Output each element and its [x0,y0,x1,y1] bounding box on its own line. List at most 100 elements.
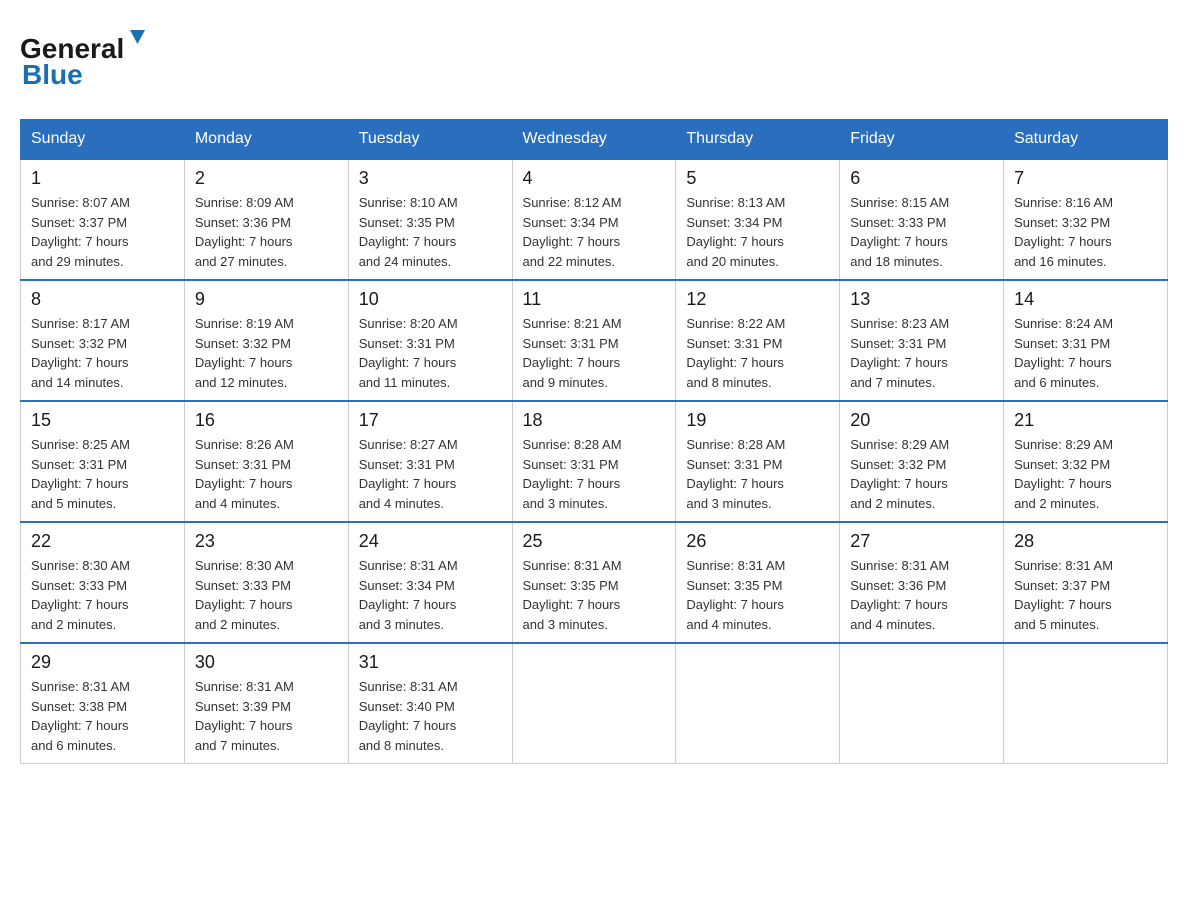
day-info: Sunrise: 8:31 AM Sunset: 3:40 PM Dayligh… [359,677,502,755]
day-info: Sunrise: 8:31 AM Sunset: 3:38 PM Dayligh… [31,677,174,755]
weekday-thursday: Thursday [676,120,840,160]
day-info: Sunrise: 8:10 AM Sunset: 3:35 PM Dayligh… [359,193,502,271]
day-number: 18 [523,410,666,431]
weekday-friday: Friday [840,120,1004,160]
day-number: 25 [523,531,666,552]
day-info: Sunrise: 8:17 AM Sunset: 3:32 PM Dayligh… [31,314,174,392]
day-info: Sunrise: 8:09 AM Sunset: 3:36 PM Dayligh… [195,193,338,271]
day-number: 28 [1014,531,1157,552]
calendar-cell: 29 Sunrise: 8:31 AM Sunset: 3:38 PM Dayl… [21,643,185,764]
week-row-3: 15 Sunrise: 8:25 AM Sunset: 3:31 PM Dayl… [21,401,1168,522]
day-info: Sunrise: 8:31 AM Sunset: 3:36 PM Dayligh… [850,556,993,634]
day-number: 19 [686,410,829,431]
weekday-monday: Monday [184,120,348,160]
calendar-cell: 17 Sunrise: 8:27 AM Sunset: 3:31 PM Dayl… [348,401,512,522]
week-row-1: 1 Sunrise: 8:07 AM Sunset: 3:37 PM Dayli… [21,159,1168,280]
day-number: 11 [523,289,666,310]
day-number: 10 [359,289,502,310]
calendar-cell: 13 Sunrise: 8:23 AM Sunset: 3:31 PM Dayl… [840,280,1004,401]
calendar-cell: 6 Sunrise: 8:15 AM Sunset: 3:33 PM Dayli… [840,159,1004,280]
day-info: Sunrise: 8:31 AM Sunset: 3:34 PM Dayligh… [359,556,502,634]
day-info: Sunrise: 8:07 AM Sunset: 3:37 PM Dayligh… [31,193,174,271]
day-number: 4 [523,168,666,189]
day-number: 6 [850,168,993,189]
day-info: Sunrise: 8:15 AM Sunset: 3:33 PM Dayligh… [850,193,993,271]
calendar-cell: 23 Sunrise: 8:30 AM Sunset: 3:33 PM Dayl… [184,522,348,643]
calendar-cell: 3 Sunrise: 8:10 AM Sunset: 3:35 PM Dayli… [348,159,512,280]
day-number: 15 [31,410,174,431]
calendar-cell: 24 Sunrise: 8:31 AM Sunset: 3:34 PM Dayl… [348,522,512,643]
day-info: Sunrise: 8:31 AM Sunset: 3:35 PM Dayligh… [686,556,829,634]
day-info: Sunrise: 8:20 AM Sunset: 3:31 PM Dayligh… [359,314,502,392]
calendar-cell: 21 Sunrise: 8:29 AM Sunset: 3:32 PM Dayl… [1004,401,1168,522]
weekday-sunday: Sunday [21,120,185,160]
calendar-cell: 26 Sunrise: 8:31 AM Sunset: 3:35 PM Dayl… [676,522,840,643]
day-info: Sunrise: 8:29 AM Sunset: 3:32 PM Dayligh… [850,435,993,513]
calendar-cell: 10 Sunrise: 8:20 AM Sunset: 3:31 PM Dayl… [348,280,512,401]
calendar-cell: 25 Sunrise: 8:31 AM Sunset: 3:35 PM Dayl… [512,522,676,643]
calendar-cell: 7 Sunrise: 8:16 AM Sunset: 3:32 PM Dayli… [1004,159,1168,280]
day-number: 1 [31,168,174,189]
day-number: 13 [850,289,993,310]
calendar-cell: 5 Sunrise: 8:13 AM Sunset: 3:34 PM Dayli… [676,159,840,280]
day-number: 21 [1014,410,1157,431]
day-info: Sunrise: 8:25 AM Sunset: 3:31 PM Dayligh… [31,435,174,513]
calendar-cell: 30 Sunrise: 8:31 AM Sunset: 3:39 PM Dayl… [184,643,348,764]
day-info: Sunrise: 8:31 AM Sunset: 3:39 PM Dayligh… [195,677,338,755]
weekday-header-row: SundayMondayTuesdayWednesdayThursdayFrid… [21,120,1168,160]
day-number: 3 [359,168,502,189]
svg-text:Blue: Blue [22,59,83,90]
day-info: Sunrise: 8:19 AM Sunset: 3:32 PM Dayligh… [195,314,338,392]
logo: General Blue [20,20,150,99]
calendar-cell: 19 Sunrise: 8:28 AM Sunset: 3:31 PM Dayl… [676,401,840,522]
calendar-cell: 8 Sunrise: 8:17 AM Sunset: 3:32 PM Dayli… [21,280,185,401]
calendar-cell: 4 Sunrise: 8:12 AM Sunset: 3:34 PM Dayli… [512,159,676,280]
calendar-cell: 2 Sunrise: 8:09 AM Sunset: 3:36 PM Dayli… [184,159,348,280]
day-info: Sunrise: 8:31 AM Sunset: 3:37 PM Dayligh… [1014,556,1157,634]
day-number: 26 [686,531,829,552]
day-info: Sunrise: 8:12 AM Sunset: 3:34 PM Dayligh… [523,193,666,271]
day-number: 5 [686,168,829,189]
week-row-2: 8 Sunrise: 8:17 AM Sunset: 3:32 PM Dayli… [21,280,1168,401]
weekday-wednesday: Wednesday [512,120,676,160]
day-number: 9 [195,289,338,310]
day-number: 31 [359,652,502,673]
calendar-cell: 1 Sunrise: 8:07 AM Sunset: 3:37 PM Dayli… [21,159,185,280]
calendar-cell [1004,643,1168,764]
day-number: 24 [359,531,502,552]
day-number: 30 [195,652,338,673]
day-number: 22 [31,531,174,552]
day-info: Sunrise: 8:31 AM Sunset: 3:35 PM Dayligh… [523,556,666,634]
calendar-cell [512,643,676,764]
weekday-saturday: Saturday [1004,120,1168,160]
day-info: Sunrise: 8:30 AM Sunset: 3:33 PM Dayligh… [195,556,338,634]
calendar-cell: 31 Sunrise: 8:31 AM Sunset: 3:40 PM Dayl… [348,643,512,764]
day-info: Sunrise: 8:22 AM Sunset: 3:31 PM Dayligh… [686,314,829,392]
day-info: Sunrise: 8:28 AM Sunset: 3:31 PM Dayligh… [523,435,666,513]
calendar-table: SundayMondayTuesdayWednesdayThursdayFrid… [20,119,1168,764]
day-info: Sunrise: 8:23 AM Sunset: 3:31 PM Dayligh… [850,314,993,392]
calendar-cell [676,643,840,764]
day-number: 7 [1014,168,1157,189]
day-number: 27 [850,531,993,552]
day-info: Sunrise: 8:16 AM Sunset: 3:32 PM Dayligh… [1014,193,1157,271]
day-number: 29 [31,652,174,673]
calendar-cell: 20 Sunrise: 8:29 AM Sunset: 3:32 PM Dayl… [840,401,1004,522]
day-number: 23 [195,531,338,552]
day-number: 12 [686,289,829,310]
day-info: Sunrise: 8:21 AM Sunset: 3:31 PM Dayligh… [523,314,666,392]
calendar-cell: 22 Sunrise: 8:30 AM Sunset: 3:33 PM Dayl… [21,522,185,643]
day-info: Sunrise: 8:26 AM Sunset: 3:31 PM Dayligh… [195,435,338,513]
calendar-cell: 9 Sunrise: 8:19 AM Sunset: 3:32 PM Dayli… [184,280,348,401]
week-row-5: 29 Sunrise: 8:31 AM Sunset: 3:38 PM Dayl… [21,643,1168,764]
day-number: 17 [359,410,502,431]
calendar-cell: 27 Sunrise: 8:31 AM Sunset: 3:36 PM Dayl… [840,522,1004,643]
day-info: Sunrise: 8:27 AM Sunset: 3:31 PM Dayligh… [359,435,502,513]
day-number: 2 [195,168,338,189]
day-info: Sunrise: 8:24 AM Sunset: 3:31 PM Dayligh… [1014,314,1157,392]
week-row-4: 22 Sunrise: 8:30 AM Sunset: 3:33 PM Dayl… [21,522,1168,643]
calendar-cell: 28 Sunrise: 8:31 AM Sunset: 3:37 PM Dayl… [1004,522,1168,643]
calendar-cell: 15 Sunrise: 8:25 AM Sunset: 3:31 PM Dayl… [21,401,185,522]
day-info: Sunrise: 8:30 AM Sunset: 3:33 PM Dayligh… [31,556,174,634]
day-number: 14 [1014,289,1157,310]
